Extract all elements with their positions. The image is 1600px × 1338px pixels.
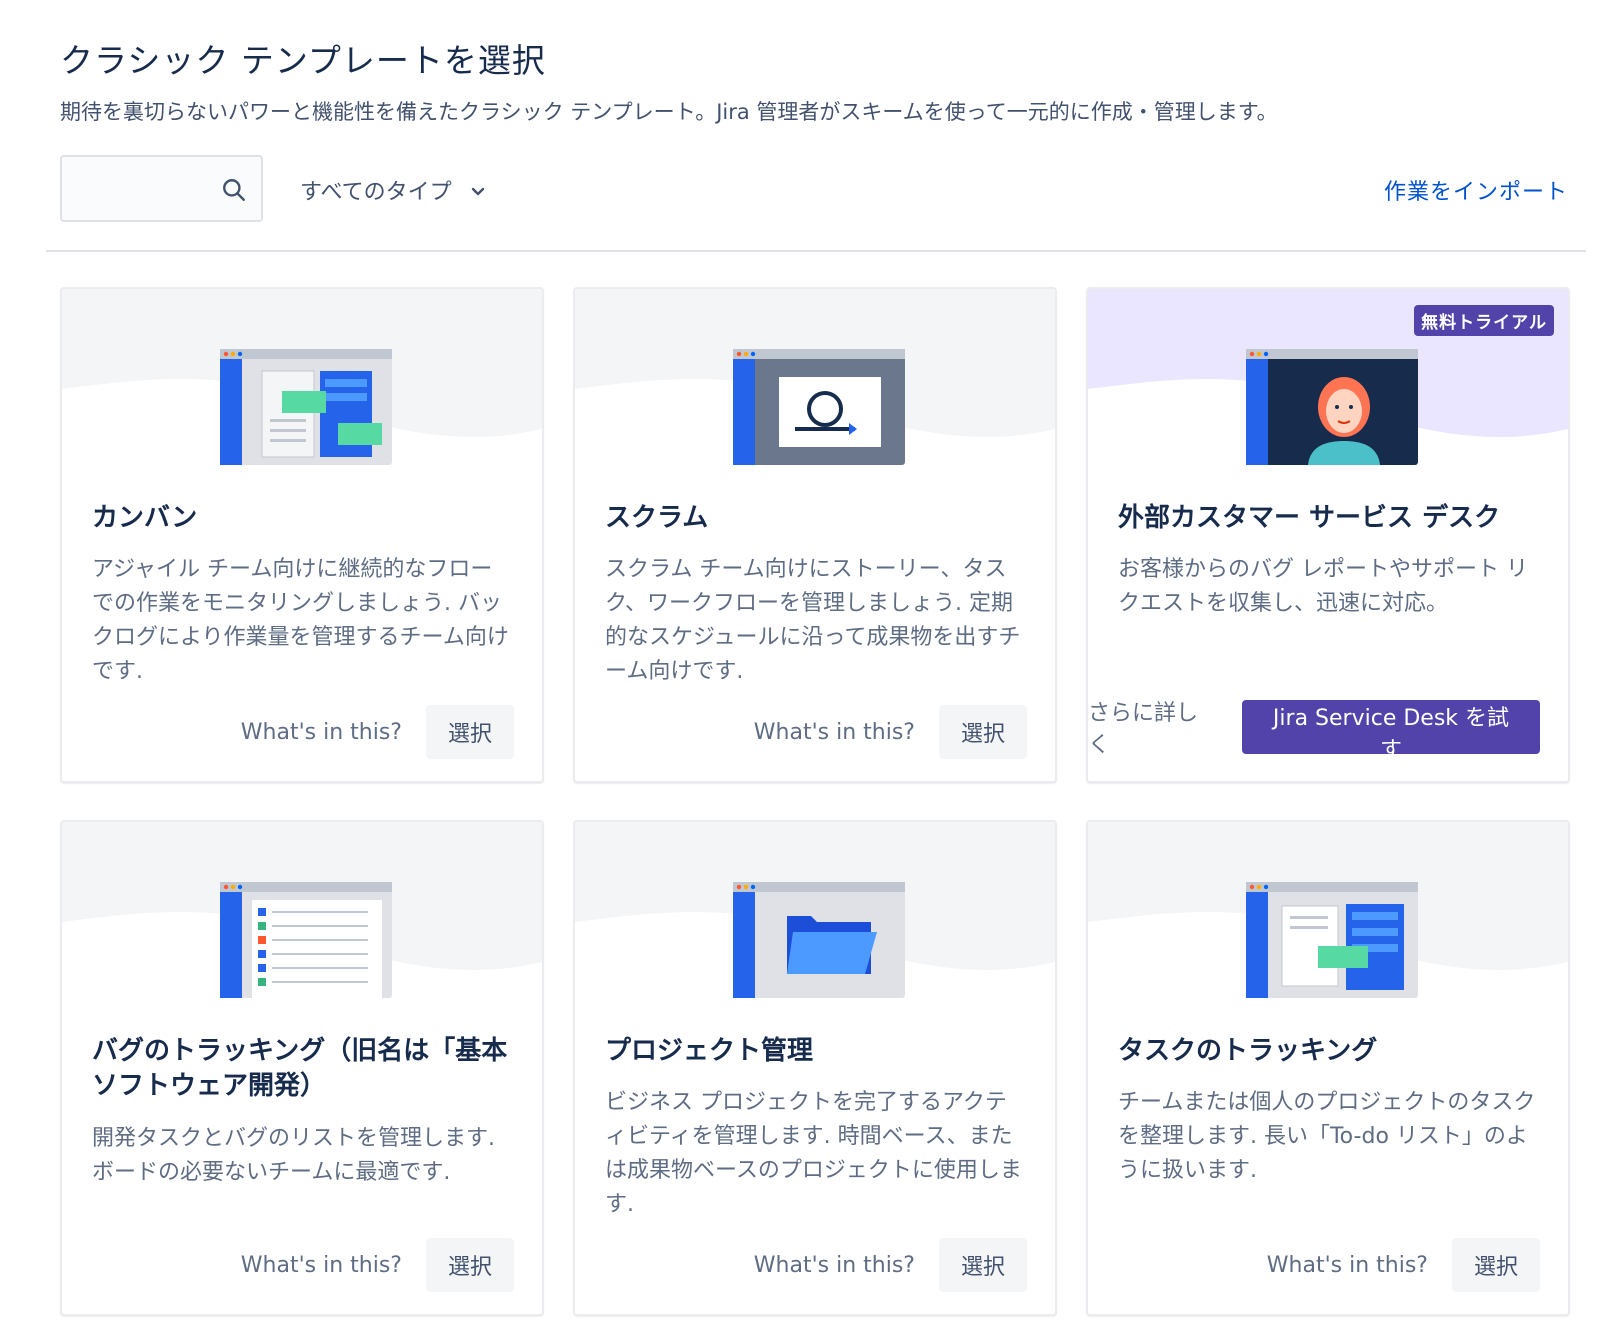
issue-list-illustration <box>220 882 392 998</box>
card-hero <box>62 822 542 1000</box>
page-title: クラシック テンプレートを選択 <box>60 41 546 80</box>
card-hero <box>62 289 542 467</box>
select-button[interactable]: 選択 <box>1451 1238 1540 1292</box>
template-card-task-tracking: タスクのトラッキング チームまたは個人のプロジェクトのタスクを整理します. 長い… <box>1086 820 1570 1316</box>
card-title: スクラム <box>605 503 709 533</box>
chevron-down-icon <box>471 187 484 196</box>
whats-in-this-link[interactable]: What's in this? <box>754 720 915 745</box>
search-input[interactable] <box>60 155 263 222</box>
card-title: カンバン <box>92 503 198 533</box>
whats-in-this-link[interactable]: What's in this? <box>1267 1253 1428 1278</box>
whats-in-this-link[interactable]: What's in this? <box>241 1253 402 1278</box>
search-icon <box>223 179 245 201</box>
template-card-scrum: スクラム スクラム チーム向けにストーリー、タスク、ワークフローを管理しましょう… <box>573 287 1057 783</box>
agent-video-illustration <box>1246 349 1418 465</box>
template-card-project-management: プロジェクト管理 ビジネス プロジェクトを完了するアクティビティを管理します. … <box>573 820 1057 1316</box>
folder-illustration <box>733 882 905 998</box>
import-work-link[interactable]: 作業をインポート <box>1384 174 1568 206</box>
card-title: プロジェクト管理 <box>605 1036 814 1066</box>
task-board-illustration <box>1246 882 1418 998</box>
card-hero <box>575 289 1055 467</box>
kanban-board-illustration <box>220 349 392 465</box>
free-trial-badge: 無料トライアル <box>1414 305 1554 336</box>
type-filter-dropdown[interactable]: すべてのタイプ <box>300 174 486 206</box>
scrum-illustration <box>733 349 905 465</box>
card-description: ビジネス プロジェクトを完了するアクティビティを管理します. 時間ベース、または… <box>605 1090 1022 1217</box>
card-title: 外部カスタマー サービス デスク <box>1118 503 1501 533</box>
template-card-bug-tracking: バグのトラッキング（旧名は「基本ソフトウェア開発） 開発タスクとバグのリストを管… <box>60 820 544 1316</box>
card-hero <box>575 822 1055 1000</box>
select-button[interactable]: 選択 <box>938 705 1027 759</box>
card-description: スクラム チーム向けにストーリー、タスク、ワークフローを管理しましょう. 定期的… <box>605 557 1021 684</box>
whats-in-this-link[interactable]: What's in this? <box>754 1253 915 1278</box>
card-description: 開発タスクとバグのリストを管理します. ボードの必要ないチームに最適です. <box>92 1126 495 1185</box>
select-button[interactable]: 選択 <box>425 705 514 759</box>
type-filter-label: すべてのタイプ <box>300 180 452 205</box>
card-hero <box>1088 822 1568 1000</box>
try-service-desk-button[interactable]: Jira Service Desk を試す <box>1241 700 1540 763</box>
template-card-service-desk: 無料トライアル 外部カスタマー サービス デスク お客様からのバグ レポートやサ… <box>1086 287 1570 783</box>
card-title: タスクのトラッキング <box>1118 1036 1378 1066</box>
page-subtitle: 期待を裏切らないパワーと機能性を備えたクラシック テンプレート。Jira 管理者… <box>60 100 1278 124</box>
card-description: お客様からのバグ レポートやサポート リクエストを収集し、迅速に対応。 <box>1118 557 1528 616</box>
whats-in-this-link[interactable]: What's in this? <box>241 720 402 745</box>
select-button[interactable]: 選択 <box>938 1238 1027 1292</box>
card-description: アジャイル チーム向けに継続的なフローでの作業をモニタリングしましょう. バック… <box>92 557 509 684</box>
template-card-kanban: カンバン アジャイル チーム向けに継続的なフローでの作業をモニタリングしましょう… <box>60 287 544 783</box>
divider <box>46 250 1586 252</box>
learn-more-link[interactable]: さらに詳しく <box>1088 695 1218 759</box>
card-title: バグのトラッキング（旧名は「基本ソフトウェア開発） <box>92 1036 508 1101</box>
select-button[interactable]: 選択 <box>425 1238 514 1292</box>
card-description: チームまたは個人のプロジェクトのタスクを整理します. 長い「To-do リスト」… <box>1118 1090 1536 1183</box>
